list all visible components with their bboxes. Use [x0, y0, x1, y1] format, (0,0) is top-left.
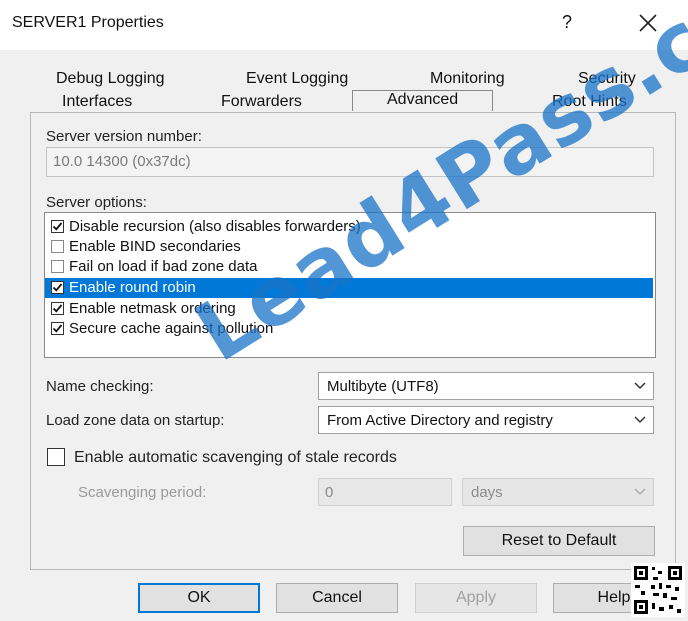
- option-label: Enable round robin: [69, 279, 196, 296]
- scavenging-checkbox[interactable]: [47, 448, 65, 466]
- tab-debug-logging[interactable]: Debug Logging: [56, 70, 165, 88]
- reset-to-default-button[interactable]: Reset to Default: [463, 526, 655, 556]
- check-icon: [52, 283, 63, 292]
- scavenging-period-label: Scavenging period:: [78, 484, 207, 501]
- checkbox[interactable]: [51, 260, 64, 273]
- tab-forwarders[interactable]: Forwarders: [221, 93, 302, 111]
- check-icon: [52, 324, 63, 333]
- server-version-value: 10.0 14300 (0x37dc): [53, 153, 191, 170]
- load-zone-label: Load zone data on startup:: [46, 412, 225, 429]
- load-zone-select[interactable]: From Active Directory and registry: [318, 406, 654, 434]
- chevron-down-icon: [634, 416, 646, 424]
- checkbox[interactable]: [51, 220, 64, 233]
- checkbox[interactable]: [51, 322, 64, 335]
- load-zone-value: From Active Directory and registry: [327, 412, 553, 429]
- chevron-down-icon: [634, 488, 646, 496]
- check-icon: [52, 222, 63, 231]
- chevron-down-icon: [634, 382, 646, 390]
- apply-button[interactable]: Apply: [415, 583, 537, 613]
- tab-interfaces[interactable]: Interfaces: [62, 93, 132, 111]
- name-checking-label: Name checking:: [46, 378, 154, 395]
- tab-monitoring[interactable]: Monitoring: [430, 70, 505, 88]
- option-secure-cache[interactable]: Secure cache against pollution: [45, 319, 653, 339]
- server-options-label: Server options:: [46, 194, 147, 211]
- option-label: Enable BIND secondaries: [69, 238, 241, 255]
- scavenging-period-input[interactable]: 0: [318, 478, 452, 506]
- name-checking-value: Multibyte (UTF8): [327, 378, 439, 395]
- server-version-label: Server version number:: [46, 128, 202, 145]
- window-title: SERVER1 Properties: [12, 14, 164, 31]
- name-checking-select[interactable]: Multibyte (UTF8): [318, 372, 654, 400]
- qr-code-icon: [631, 563, 685, 617]
- scavenging-period-value: 0: [325, 484, 334, 501]
- scavenging-label: Enable automatic scavenging of stale rec…: [74, 449, 397, 466]
- scavenging-unit-select[interactable]: days: [462, 478, 654, 506]
- tab-event-logging[interactable]: Event Logging: [246, 70, 348, 88]
- scavenging-unit-value: days: [471, 484, 503, 501]
- tab-advanced[interactable]: Advanced: [352, 90, 494, 111]
- checkbox[interactable]: [51, 302, 64, 315]
- checkbox[interactable]: [51, 281, 64, 294]
- title-bar: SERVER1 Properties ?: [0, 0, 688, 50]
- checkbox[interactable]: [51, 240, 64, 253]
- check-icon: [52, 304, 63, 313]
- help-icon[interactable]: ?: [562, 12, 572, 33]
- cancel-button[interactable]: Cancel: [276, 583, 398, 613]
- ok-button[interactable]: OK: [138, 583, 260, 613]
